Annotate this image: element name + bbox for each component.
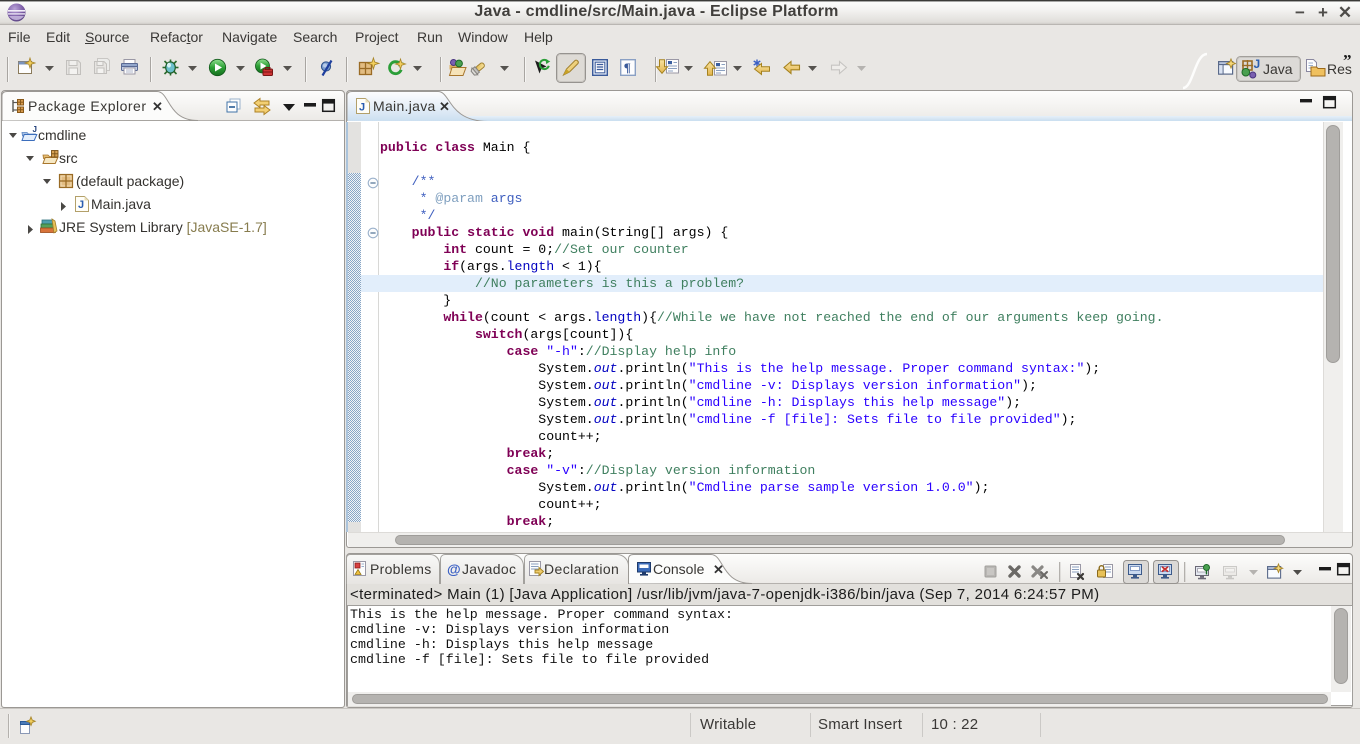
svg-text:@: @ [447,561,461,577]
svg-text:J: J [359,102,365,114]
svg-text:J: J [1254,57,1261,71]
svg-text:¶: ¶ [624,60,631,75]
svg-text:Java: Java [1263,61,1293,77]
svg-text:”: ” [1343,51,1352,70]
svg-text:J: J [78,199,84,211]
svg-text:J: J [33,125,37,134]
